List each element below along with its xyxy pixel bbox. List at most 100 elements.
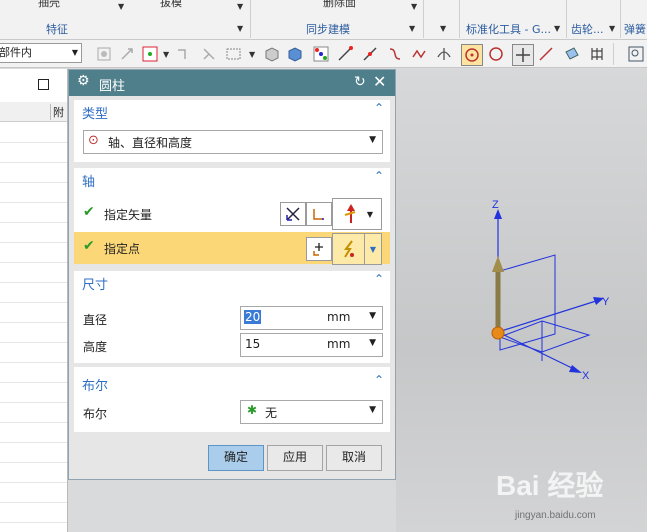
face-icon[interactable] <box>562 44 582 64</box>
rectangle-select-icon[interactable] <box>224 44 244 64</box>
spline-icon[interactable] <box>410 44 430 64</box>
cancel-button[interactable]: 取消 <box>326 445 382 471</box>
vector-dialog-button[interactable] <box>306 202 332 226</box>
chevron-down-icon[interactable]: ▼ <box>367 210 373 219</box>
type-section: 类型 ⌃ ⊙ 轴、直径和高度 ▼ <box>74 100 390 162</box>
list-item[interactable] <box>0 242 67 263</box>
chevron-down-icon[interactable]: ▼ <box>237 24 243 33</box>
draft-command[interactable]: 拔模 <box>160 0 182 10</box>
chevron-down-icon[interactable]: ▼ <box>369 135 376 145</box>
list-item[interactable] <box>0 442 67 463</box>
chevron-down-icon[interactable]: ▼ <box>411 2 417 11</box>
list-item[interactable] <box>0 262 67 283</box>
chevron-up-icon[interactable]: ⌃ <box>374 373 384 387</box>
selection-scope-dropdown[interactable]: 部件内 ▼ <box>0 43 82 63</box>
delete-face-command[interactable]: 删除面 <box>323 0 356 10</box>
size-section-header[interactable]: 尺寸 ⌃ <box>74 271 390 293</box>
list-item[interactable] <box>0 142 67 163</box>
diameter-field[interactable]: 20 mm ▼ <box>240 306 383 330</box>
list-item[interactable] <box>0 402 67 423</box>
list-item[interactable] <box>0 182 67 203</box>
height-field[interactable]: 15 mm ▼ <box>240 333 383 357</box>
dialog-title-bar[interactable]: ⚙ 圆柱 ↻ ✕ <box>69 70 395 96</box>
boolean-section-header[interactable]: 布尔 ⌃ <box>74 367 390 394</box>
chevron-down-icon[interactable]: ▼ <box>118 2 124 11</box>
chevron-down-icon[interactable]: ▼ <box>440 24 446 33</box>
close-icon[interactable]: ✕ <box>373 72 386 91</box>
cube-outline-icon[interactable] <box>262 44 282 64</box>
list-item[interactable] <box>0 322 67 343</box>
filter-icon[interactable] <box>199 44 219 64</box>
maximize-icon[interactable] <box>38 79 49 90</box>
list-item[interactable] <box>0 462 67 483</box>
list-item[interactable] <box>0 162 67 183</box>
gear-icon[interactable]: ⚙ <box>77 73 90 89</box>
x-axis-arrow <box>569 365 582 373</box>
reverse-direction-button[interactable] <box>280 202 306 226</box>
shell-command[interactable]: 抽壳 <box>38 0 60 10</box>
cube-solid-icon[interactable] <box>285 44 305 64</box>
center-point-icon[interactable] <box>461 44 483 66</box>
group-label-standard-tools: 标准化工具 - G... <box>466 23 551 36</box>
chevron-down-icon[interactable]: ▼ <box>369 338 376 348</box>
list-item[interactable] <box>0 362 67 383</box>
zoom-fit-icon[interactable] <box>626 44 646 64</box>
chevron-down-icon[interactable]: ▼ <box>163 50 169 59</box>
intersection-icon[interactable] <box>434 44 454 64</box>
dimension-icon[interactable] <box>174 44 194 64</box>
point-type-dropdown[interactable]: ▼ <box>364 233 382 265</box>
quadrant-point-icon[interactable] <box>486 44 506 64</box>
chevron-down-icon[interactable]: ▼ <box>370 245 376 254</box>
snap-points-icon[interactable] <box>311 44 331 64</box>
point-dialog-button[interactable] <box>306 237 332 261</box>
midpoint-line-icon[interactable] <box>360 44 380 64</box>
chevron-up-icon[interactable]: ⌃ <box>374 101 384 115</box>
diameter-value[interactable]: 20 <box>244 310 262 324</box>
group-label-spring: 弹簧 <box>624 23 646 36</box>
chevron-down-icon[interactable]: ▼ <box>369 311 376 321</box>
check-icon: ✔ <box>83 238 95 254</box>
type-section-header[interactable]: 类型 ⌃ <box>74 100 390 122</box>
boolean-dropdown[interactable]: ✱ 无 ▼ <box>240 400 383 424</box>
chevron-down-icon[interactable]: ▼ <box>609 24 615 33</box>
chevron-up-icon[interactable]: ⌃ <box>374 169 384 183</box>
line-icon[interactable] <box>335 44 355 64</box>
graphics-viewport[interactable]: Z Y X Bai 经验 jingyan.baidu.com <box>396 69 647 532</box>
vector-type-dropdown[interactable]: ▼ <box>332 198 382 230</box>
list-item[interactable] <box>0 482 67 503</box>
chevron-down-icon[interactable]: ▼ <box>249 50 255 59</box>
chevron-up-icon[interactable]: ⌃ <box>374 272 384 286</box>
section-title: 轴 <box>82 175 96 190</box>
list-item[interactable] <box>0 122 67 143</box>
reset-icon[interactable]: ↻ <box>354 74 366 90</box>
snap-icon[interactable] <box>94 44 114 64</box>
chevron-down-icon[interactable]: ▼ <box>554 24 560 33</box>
chevron-down-icon[interactable]: ▼ <box>409 24 415 33</box>
ok-button[interactable]: 确定 <box>208 445 264 471</box>
list-item[interactable] <box>0 382 67 403</box>
list-item[interactable] <box>0 422 67 443</box>
arrow-tool-icon[interactable] <box>117 44 137 64</box>
axis-section-header[interactable]: 轴 ⌃ <box>74 168 390 190</box>
chevron-down-icon[interactable]: ▼ <box>72 44 78 62</box>
watermark-url: jingyan.baidu.com <box>515 510 596 521</box>
list-item[interactable] <box>0 342 67 363</box>
list-item[interactable] <box>0 502 67 523</box>
selection-box-icon[interactable] <box>140 44 160 64</box>
grid-icon[interactable] <box>587 44 607 64</box>
list-item[interactable] <box>0 302 67 323</box>
apply-button[interactable]: 应用 <box>267 445 323 471</box>
list-item[interactable] <box>0 282 67 303</box>
specify-point-row[interactable]: ✔ 指定点 ▼ <box>74 232 390 265</box>
curve-icon[interactable] <box>385 44 405 64</box>
list-item[interactable] <box>0 222 67 243</box>
type-dropdown[interactable]: ⊙ 轴、直径和高度 ▼ <box>83 130 383 154</box>
point-on-curve-icon[interactable] <box>536 44 556 64</box>
chevron-down-icon[interactable]: ▼ <box>369 405 376 415</box>
chevron-down-icon[interactable]: ▼ <box>237 2 243 11</box>
point-type-button[interactable] <box>332 233 366 265</box>
navigator-header: 附 <box>0 102 67 122</box>
crosshair-icon[interactable] <box>512 44 534 66</box>
height-value[interactable]: 15 <box>245 337 260 351</box>
list-item[interactable] <box>0 202 67 223</box>
